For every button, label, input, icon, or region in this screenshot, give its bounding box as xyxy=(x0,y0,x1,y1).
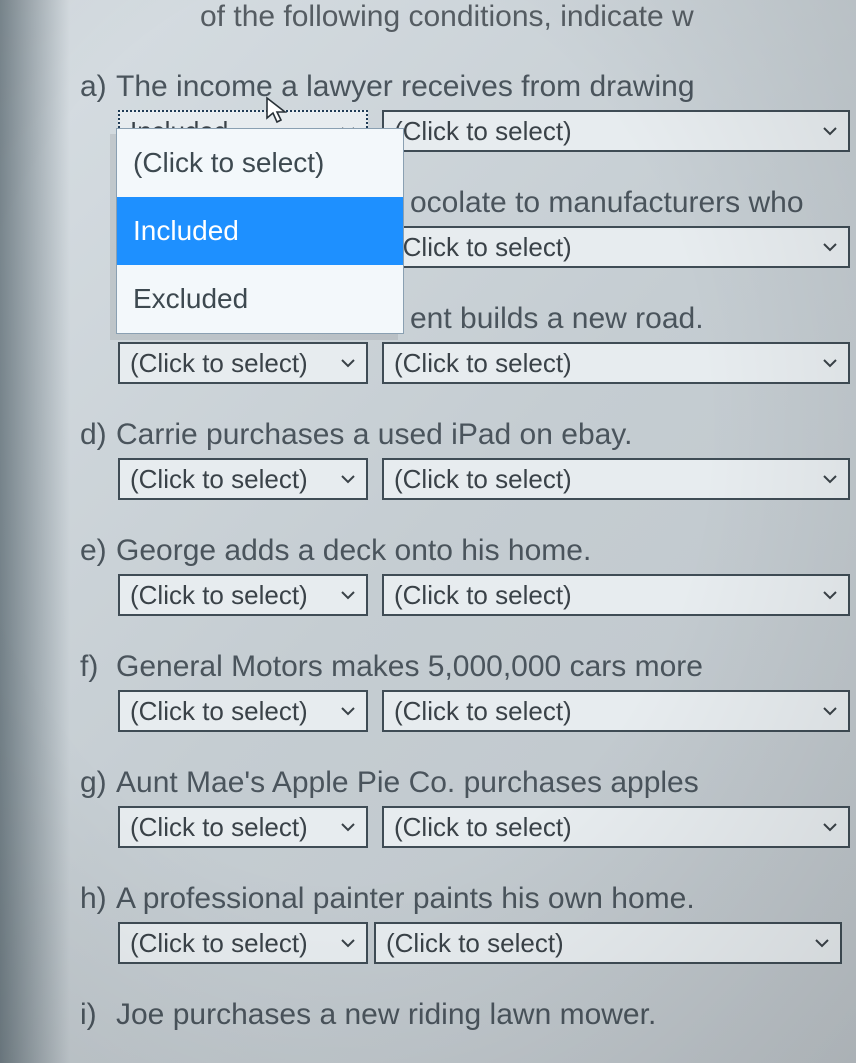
question-body: Aunt Mae's Apple Pie Co. purchases apple… xyxy=(116,766,699,799)
chevron-down-icon xyxy=(820,237,840,257)
question-label: i) xyxy=(80,998,116,1032)
question-text: f)General Motors makes 5,000,000 cars mo… xyxy=(118,650,856,684)
select-e-2[interactable]: (Click to select) xyxy=(382,574,850,616)
question-g: g)Aunt Mae's Apple Pie Co. purchases app… xyxy=(80,766,856,848)
question-label: a) xyxy=(80,70,116,104)
select-value: (Click to select) xyxy=(394,464,572,495)
question-text: a)The income a lawyer receives from draw… xyxy=(118,70,856,104)
dropdown-option-placeholder[interactable]: (Click to select) xyxy=(117,129,403,197)
select-value: (Click to select) xyxy=(386,928,564,959)
select-f-1[interactable]: (Click to select) xyxy=(118,690,368,732)
question-text: e)George adds a deck onto his home. xyxy=(118,534,856,568)
question-text: d)Carrie purchases a used iPad on ebay. xyxy=(118,418,856,452)
question-text: ent builds a new road. xyxy=(410,302,856,336)
dropdown-option-excluded[interactable]: Excluded xyxy=(117,265,403,333)
question-text: h)A professional painter paints his own … xyxy=(118,882,856,916)
chevron-down-icon xyxy=(338,701,358,721)
question-h: h)A professional painter paints his own … xyxy=(80,882,856,964)
question-body: A professional painter paints his own ho… xyxy=(116,882,695,915)
chevron-down-icon xyxy=(820,469,840,489)
question-label: f) xyxy=(80,650,116,684)
select-d-1[interactable]: (Click to select) xyxy=(118,458,368,500)
chevron-down-icon xyxy=(338,933,358,953)
chevron-down-icon xyxy=(812,933,832,953)
select-c-2[interactable]: (Click to select) xyxy=(382,342,850,384)
select-value: (Click to select) xyxy=(394,116,572,147)
dropdown-option-included[interactable]: Included xyxy=(117,197,403,265)
question-body: ent builds a new road. xyxy=(410,302,704,335)
select-h-1[interactable]: (Click to select) xyxy=(118,922,368,964)
select-g-1[interactable]: (Click to select) xyxy=(118,806,368,848)
select-g-2[interactable]: (Click to select) xyxy=(382,806,850,848)
chevron-down-icon xyxy=(820,701,840,721)
select-c-1[interactable]: (Click to select) xyxy=(118,342,368,384)
chevron-down-icon xyxy=(820,353,840,373)
select-f-2[interactable]: (Click to select) xyxy=(382,690,850,732)
chevron-down-icon xyxy=(338,353,358,373)
select-value: (Click to select) xyxy=(130,348,308,379)
select-value: (Click to select) xyxy=(394,580,572,611)
instruction-text: of the following conditions, indicate w xyxy=(80,0,856,34)
dropdown-menu[interactable]: (Click to select) Included Excluded xyxy=(116,128,404,334)
question-body: George adds a deck onto his home. xyxy=(116,534,591,567)
select-a-2[interactable]: (Click to select) xyxy=(382,110,850,152)
select-h-2[interactable]: (Click to select) xyxy=(374,922,842,964)
question-label: e) xyxy=(80,534,116,568)
question-body: ocolate to manufacturers who xyxy=(410,186,804,219)
question-label: g) xyxy=(80,766,116,800)
select-d-2[interactable]: (Click to select) xyxy=(382,458,850,500)
question-body: Carrie purchases a used iPad on ebay. xyxy=(116,418,632,451)
question-label: d) xyxy=(80,418,116,452)
chevron-down-icon xyxy=(338,469,358,489)
select-value: (Click to select) xyxy=(130,928,308,959)
question-f: f)General Motors makes 5,000,000 cars mo… xyxy=(80,650,856,732)
question-body: Joe purchases a new riding lawn mower. xyxy=(116,998,656,1031)
question-body: General Motors makes 5,000,000 cars more xyxy=(116,650,703,683)
select-b-2[interactable]: (Click to select) xyxy=(382,226,850,268)
question-label: h) xyxy=(80,882,116,916)
select-value: (Click to select) xyxy=(130,812,308,843)
question-e: e)George adds a deck onto his home. (Cli… xyxy=(80,534,856,616)
select-value: (Click to select) xyxy=(394,232,572,263)
select-value: (Click to select) xyxy=(394,348,572,379)
question-text: ocolate to manufacturers who xyxy=(410,186,856,220)
question-d: d)Carrie purchases a used iPad on ebay. … xyxy=(80,418,856,500)
question-body: The income a lawyer receives from drawin… xyxy=(116,70,695,103)
select-value: (Click to select) xyxy=(394,696,572,727)
select-value: (Click to select) xyxy=(130,580,308,611)
select-value: (Click to select) xyxy=(394,812,572,843)
chevron-down-icon xyxy=(820,121,840,141)
chevron-down-icon xyxy=(338,585,358,605)
question-text: i)Joe purchases a new riding lawn mower. xyxy=(118,998,856,1032)
chevron-down-icon xyxy=(820,817,840,837)
select-value: (Click to select) xyxy=(130,696,308,727)
select-e-1[interactable]: (Click to select) xyxy=(118,574,368,616)
chevron-down-icon xyxy=(338,817,358,837)
chevron-down-icon xyxy=(820,585,840,605)
question-i: i)Joe purchases a new riding lawn mower. xyxy=(80,998,856,1032)
select-value: (Click to select) xyxy=(130,464,308,495)
question-text: g)Aunt Mae's Apple Pie Co. purchases app… xyxy=(118,766,856,800)
